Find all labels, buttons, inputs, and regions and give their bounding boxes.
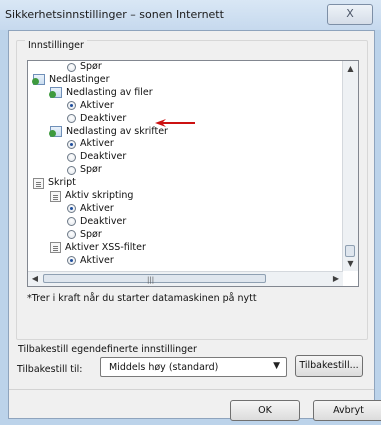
radio-unchecked-icon[interactable]	[67, 62, 76, 72]
radio-unchecked-icon[interactable]	[67, 152, 76, 162]
settings-group: Innstillinger Spør Nedlastinger Nedlasting…	[16, 40, 368, 340]
horizontal-scrollbar[interactable]: ◀ ||| ▶	[28, 271, 343, 286]
dialog-title: Sikkerhetsinnstillinger – sonen Internet…	[5, 8, 224, 21]
setting-category: Nedlasting av filer	[49, 86, 153, 99]
scroll-grip-icon: |||	[147, 276, 155, 284]
tree-item-label: Aktiver	[80, 254, 114, 266]
tree-item-label: Aktiver	[80, 138, 114, 150]
title-bar[interactable]: Sikkerhetsinnstillinger – sonen Internet…	[0, 0, 381, 30]
footer-divider	[9, 389, 374, 390]
radio-option[interactable]: Deaktiver	[67, 216, 126, 228]
reset-level-select[interactable]: Middels høy (standard) ▼	[100, 357, 287, 377]
download-folder-icon	[49, 87, 62, 99]
setting-category: Nedlasting av skrifter	[49, 125, 168, 138]
tree-item-label: Spør	[80, 228, 102, 240]
radio-option[interactable]: Aktiver	[67, 138, 114, 150]
tree-item-label: Aktiver XSS-filter	[65, 241, 146, 253]
settings-tree[interactable]: Spør Nedlastinger Nedlasting av filer Aktiv…	[27, 60, 359, 287]
security-settings-dialog: Sikkerhetsinnstillinger – sonen Internet…	[0, 0, 381, 425]
scroll-up-icon[interactable]: ▲	[343, 61, 358, 76]
scroll-right-icon[interactable]: ▶	[329, 272, 343, 286]
radio-checked-icon[interactable]	[67, 204, 76, 214]
tree-item-label: Spør	[80, 61, 102, 72]
radio-checked-icon[interactable]	[67, 101, 76, 111]
tree-item-label: Nedlasting av filer	[66, 86, 153, 98]
tree-item-label: Aktiver	[80, 99, 114, 111]
reset-level-value: Middels høy (standard)	[109, 362, 219, 373]
restart-note: *Trer i kraft når du starter datamaskine…	[27, 293, 257, 304]
radio-option[interactable]: Aktiver	[67, 100, 114, 112]
radio-option[interactable]: Spør	[67, 164, 102, 176]
cancel-button[interactable]: Avbryt	[313, 400, 381, 421]
radio-unchecked-icon[interactable]	[67, 114, 76, 124]
settings-group-label: Innstillinger	[25, 40, 87, 51]
dialog-body: Innstillinger Spør Nedlastinger Nedlasting…	[8, 30, 381, 421]
scroll-down-icon[interactable]: ▼	[343, 256, 358, 271]
reset-to-label: Tilbakestill til:	[17, 364, 83, 375]
tree-item-label: Deaktiver	[80, 215, 127, 227]
tree-item-label: Nedlastinger	[49, 73, 110, 85]
radio-checked-icon[interactable]	[67, 256, 76, 265]
horizontal-scroll-thumb[interactable]: |||	[43, 274, 266, 284]
red-arrow-head	[155, 119, 195, 127]
tree-item-label: Nedlasting av skrifter	[66, 125, 168, 137]
radio-option[interactable]: Aktiver	[67, 255, 114, 267]
tree-item-label: Aktiver	[80, 202, 114, 214]
red-arrow-annotation	[155, 119, 195, 127]
setting-category: Aktiv skripting	[50, 190, 133, 202]
tree-item-label: Spør	[80, 164, 102, 176]
radio-unchecked-icon[interactable]	[67, 230, 76, 240]
scroll-left-icon[interactable]: ◀	[28, 272, 42, 286]
radio-option[interactable]: Spør	[67, 229, 102, 241]
setting-category: Skript	[33, 177, 76, 189]
tree-item-label: Skript	[48, 177, 76, 189]
script-icon	[50, 242, 61, 254]
tree-item-label: Deaktiver	[80, 112, 127, 124]
reset-section-label: Tilbakestill egendefinerte innstillinger	[18, 344, 197, 355]
script-icon	[50, 190, 61, 202]
radio-checked-icon[interactable]	[67, 139, 76, 149]
tree-item-label: Deaktiver	[80, 151, 127, 163]
vertical-scrollbar[interactable]: ▲ ▼	[342, 61, 358, 271]
script-icon	[33, 177, 44, 189]
radio-unchecked-icon[interactable]	[67, 217, 76, 227]
setting-category: Nedlastinger	[32, 73, 110, 86]
download-folder-icon	[49, 126, 62, 137]
setting-category: Aktiver XSS-filter	[50, 242, 146, 254]
ok-button[interactable]: OK	[230, 400, 300, 421]
download-folder-icon	[32, 74, 45, 86]
radio-option[interactable]: Deaktiver	[67, 113, 126, 125]
radio-option[interactable]: Aktiver	[67, 203, 114, 215]
chevron-down-icon: ▼	[273, 361, 280, 371]
reset-button[interactable]: Tilbakestill...	[295, 355, 363, 377]
radio-unchecked-icon[interactable]	[67, 165, 76, 175]
close-button[interactable]: X	[327, 4, 373, 25]
tree-item-label: Aktiv skripting	[65, 190, 134, 201]
radio-option[interactable]: Spør	[67, 61, 102, 73]
radio-option[interactable]: Deaktiver	[67, 151, 126, 163]
